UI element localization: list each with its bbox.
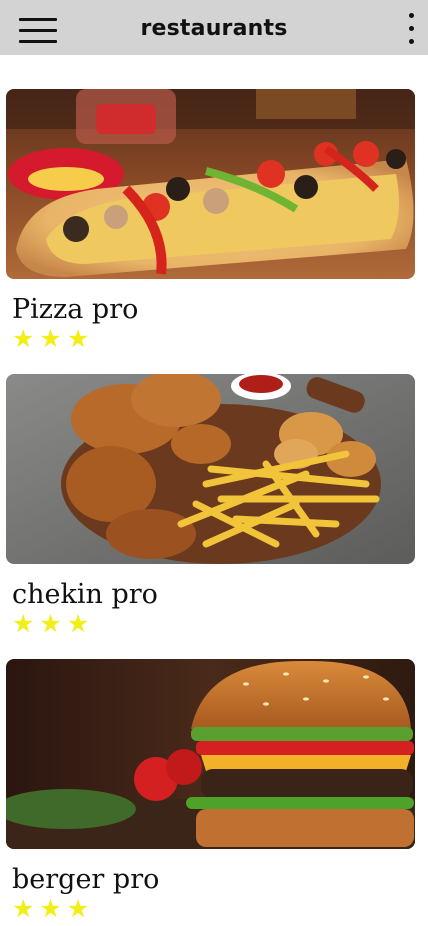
- star-icon: ★: [66, 324, 90, 353]
- chicken-image[interactable]: [6, 374, 415, 564]
- burger-image[interactable]: [6, 659, 415, 849]
- restaurant-name: chekin pro: [12, 579, 158, 610]
- rating-stars: ★ ★ ★: [12, 326, 89, 352]
- star-icon: ★: [12, 324, 35, 353]
- star-icon: ★: [39, 609, 62, 638]
- star-icon: ★: [39, 894, 62, 923]
- star-icon: ★: [66, 609, 90, 638]
- restaurant-name: Pizza pro: [12, 294, 139, 325]
- rating-stars: ★ ★ ★: [12, 896, 89, 922]
- star-icon: ★: [39, 324, 62, 353]
- pizza-image[interactable]: [6, 89, 415, 279]
- rating-stars: ★ ★ ★: [12, 611, 89, 637]
- app-bar: restaurants: [0, 0, 428, 55]
- restaurant-card[interactable]: Pizza pro ★ ★ ★: [6, 89, 416, 354]
- more-options-icon[interactable]: [404, 12, 418, 46]
- page-title: restaurants: [140, 16, 288, 41]
- restaurant-card[interactable]: chekin pro ★ ★ ★: [6, 374, 416, 639]
- restaurant-name: berger pro: [12, 864, 160, 895]
- star-icon: ★: [66, 894, 90, 923]
- star-icon: ★: [12, 609, 35, 638]
- star-icon: ★: [12, 894, 35, 923]
- restaurant-card[interactable]: berger pro ★ ★ ★: [6, 659, 416, 924]
